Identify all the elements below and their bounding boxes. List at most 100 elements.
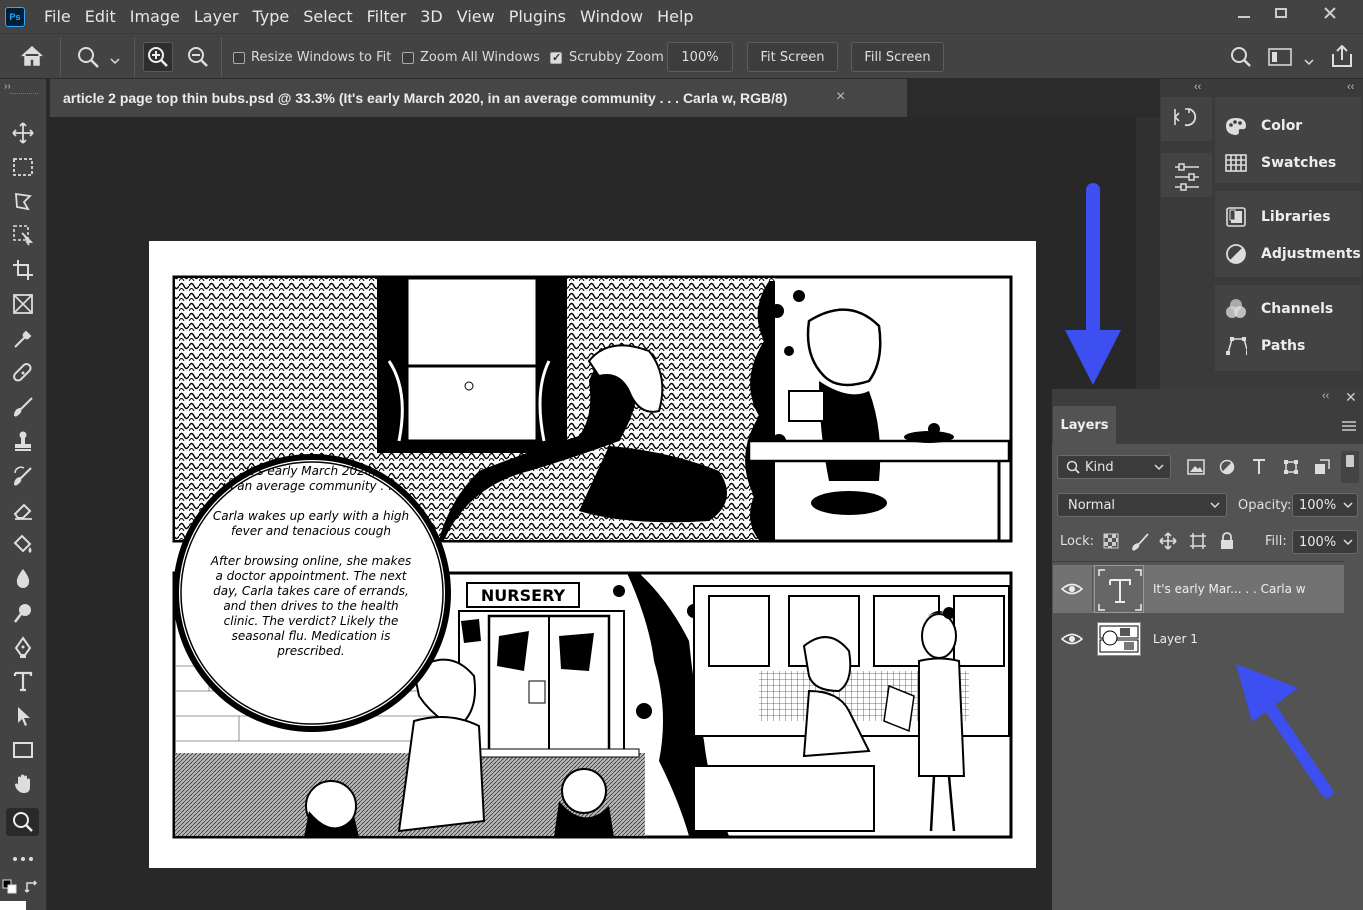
share-icon[interactable] (1330, 44, 1354, 73)
lasso-tool-icon[interactable] (6, 187, 39, 215)
tools-panel: ›› (0, 79, 47, 910)
collapse-panels-icon[interactable]: ‹‹ (1347, 81, 1354, 93)
color-panel-button[interactable]: Color (1215, 109, 1361, 143)
lock-transparent-pixels-icon[interactable] (1103, 533, 1119, 554)
chevron-down-icon[interactable] (1304, 53, 1314, 71)
zoom-all-windows-checkbox[interactable] (402, 52, 414, 64)
menu-view[interactable]: View (450, 7, 502, 26)
filter-adjustment-icon[interactable] (1219, 459, 1235, 480)
history-brush-tool-icon[interactable] (6, 462, 39, 490)
zoom-100-button[interactable]: 100% (667, 42, 733, 72)
scrubby-zoom-checkbox[interactable] (550, 51, 562, 64)
clone-stamp-tool-icon[interactable] (6, 427, 39, 455)
move-tool-icon[interactable] (6, 119, 39, 147)
brush-tool-icon[interactable] (6, 393, 39, 421)
zoom-tool-icon[interactable] (6, 808, 39, 836)
fit-screen-button[interactable]: Fit Screen (747, 42, 838, 72)
layer-row-text[interactable]: It's early Mar... . . Carla w (1053, 565, 1344, 613)
swap-colors-icon[interactable] (24, 879, 40, 900)
menu-image[interactable]: Image (123, 7, 187, 26)
menu-filter[interactable]: Filter (360, 7, 414, 26)
libraries-panel-label: Libraries (1261, 209, 1331, 225)
menu-help[interactable]: Help (650, 7, 700, 26)
properties-panel-icon[interactable] (1161, 153, 1212, 197)
filter-smart-object-icon[interactable] (1314, 459, 1330, 480)
panel-menu-icon[interactable] (1341, 419, 1357, 437)
lock-all-icon[interactable] (1220, 532, 1234, 555)
eye-icon[interactable] (1060, 630, 1084, 648)
menu-layer[interactable]: Layer (187, 7, 246, 26)
paint-bucket-tool-icon[interactable] (6, 530, 39, 558)
filter-pixel-icon[interactable] (1187, 459, 1205, 480)
filter-type-icon[interactable] (1251, 458, 1267, 481)
healing-brush-tool-icon[interactable] (6, 359, 39, 387)
background-color-swatch[interactable] (0, 901, 26, 910)
lock-position-icon[interactable] (1159, 532, 1177, 555)
close-panel-icon[interactable]: ✕ (1345, 389, 1357, 406)
blur-tool-icon[interactable] (6, 564, 39, 592)
pixel-layer-thumbnail (1097, 622, 1141, 656)
adjustments-panel-button[interactable]: Adjustments (1215, 237, 1361, 271)
menu-file[interactable]: File (37, 7, 78, 26)
fill-field[interactable]: 100% (1292, 530, 1358, 554)
menu-select[interactable]: Select (296, 7, 359, 26)
restore-icon[interactable] (1259, 0, 1303, 26)
layer-row-pixel[interactable]: Layer 1 (1053, 615, 1344, 663)
filter-kind-label: Kind (1085, 459, 1114, 475)
libraries-panel-button[interactable]: Libraries (1215, 200, 1361, 234)
eyedropper-tool-icon[interactable] (6, 325, 39, 353)
hand-tool-icon[interactable] (6, 770, 39, 798)
lock-image-pixels-icon[interactable] (1132, 533, 1150, 556)
swatches-panel-button[interactable]: Swatches (1215, 146, 1361, 180)
channels-panel-button[interactable]: Channels (1215, 292, 1361, 326)
lock-artboard-icon[interactable] (1189, 532, 1207, 555)
options-bar: Resize Windows to Fit Zoom All Windows S… (0, 33, 1363, 79)
filter-shape-icon[interactable] (1283, 459, 1299, 480)
eraser-tool-icon[interactable] (6, 496, 39, 524)
eye-icon[interactable] (1060, 580, 1084, 598)
toolbar-grip (10, 93, 38, 95)
collapse-layers-icon[interactable]: ‹‹ (1322, 390, 1329, 402)
dodge-tool-icon[interactable] (6, 599, 39, 627)
menu-3d[interactable]: 3D (413, 7, 450, 26)
collapse-dock-icon[interactable]: ‹‹ (1194, 81, 1201, 93)
marquee-tool-icon[interactable] (6, 153, 39, 181)
zoom-out-icon[interactable] (187, 46, 209, 73)
layers-panel: ‹‹ ✕ Layers Kind Normal Opacity: 100% Lo (1051, 389, 1363, 910)
crop-tool-icon[interactable] (6, 256, 39, 284)
fill-value: 100% (1299, 534, 1337, 550)
menu-edit[interactable]: Edit (78, 7, 123, 26)
zoom-tool-preset-icon[interactable] (76, 45, 100, 74)
opacity-field[interactable]: 100% (1292, 493, 1358, 517)
fill-screen-button[interactable]: Fill Screen (851, 42, 944, 72)
menu-plugins[interactable]: Plugins (502, 7, 573, 26)
rectangle-tool-icon[interactable] (6, 736, 39, 764)
menu-type[interactable]: Type (245, 7, 296, 26)
zoom-in-icon[interactable] (143, 42, 173, 72)
workspace-icon[interactable] (1268, 48, 1292, 71)
layer-filter-kind-dropdown[interactable]: Kind (1057, 455, 1171, 479)
filter-toggle-switch[interactable] (1341, 451, 1359, 483)
home-icon[interactable] (20, 45, 44, 72)
object-selection-tool-icon[interactable] (6, 221, 39, 249)
caption-line: clinic. The verdict? Likely the (224, 614, 399, 628)
resize-windows-checkbox[interactable] (233, 52, 245, 64)
close-tab-icon[interactable]: × (836, 88, 845, 106)
search-icon[interactable] (1230, 46, 1252, 73)
type-tool-icon[interactable] (6, 667, 39, 695)
frame-tool-icon[interactable] (6, 290, 39, 318)
collapse-toolbar-icon[interactable]: ›› (4, 81, 11, 92)
chevron-down-icon[interactable] (110, 52, 120, 70)
close-window-icon[interactable] (1308, 0, 1352, 26)
more-tools-icon[interactable] (6, 845, 39, 873)
menu-window[interactable]: Window (573, 7, 650, 26)
path-selection-tool-icon[interactable] (6, 702, 39, 730)
default-colors-icon[interactable] (2, 879, 18, 900)
blend-mode-dropdown[interactable]: Normal (1057, 493, 1227, 517)
document-canvas[interactable]: NURSERY It's early March 2020, in an ave… (149, 241, 1036, 868)
paths-panel-button[interactable]: Paths (1215, 329, 1361, 363)
document-tab[interactable]: article 2 page top thin bubs.psd @ 33.3%… (50, 79, 907, 117)
history-panel-icon[interactable] (1161, 97, 1212, 141)
layers-tab[interactable]: Layers (1053, 406, 1116, 444)
pen-tool-icon[interactable] (6, 633, 39, 661)
